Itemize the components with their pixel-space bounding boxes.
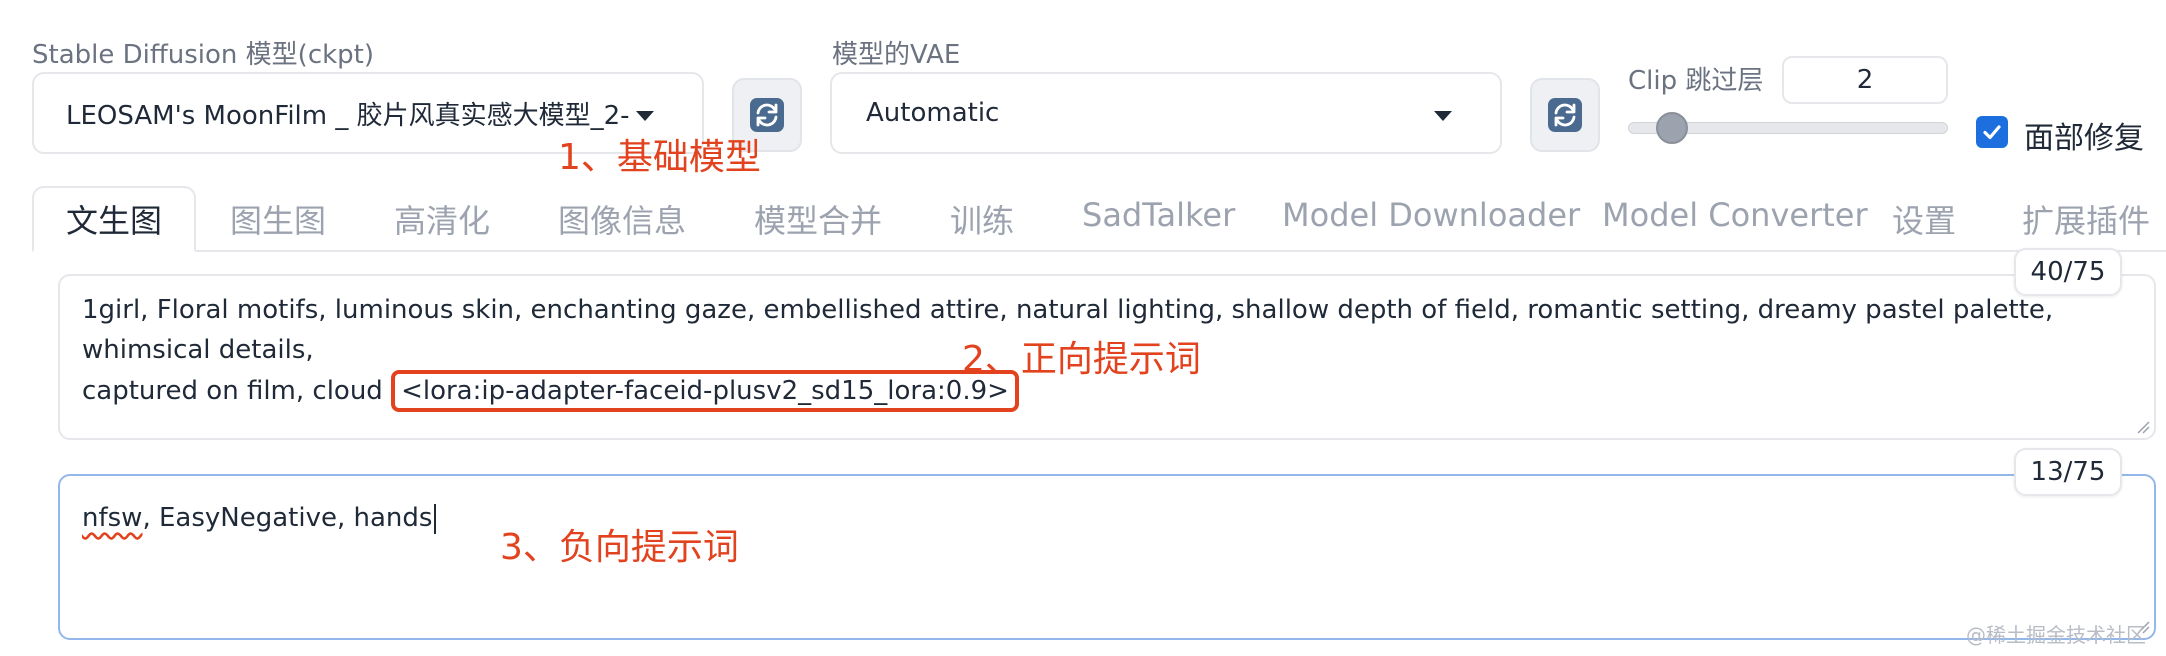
chevron-down-icon xyxy=(636,111,654,121)
tab-train[interactable]: 训练 xyxy=(950,196,1014,242)
annotation-positive-prompt: 2、正向提示词 xyxy=(962,339,1201,380)
tab-model-converter[interactable]: Model Converter xyxy=(1602,196,1868,234)
watermark: @稀土掘金技术社区 xyxy=(1966,623,2146,647)
tabs-divider xyxy=(32,250,2166,252)
face-restore-checkbox[interactable] xyxy=(1976,116,2008,148)
resize-grip-icon[interactable] xyxy=(2134,418,2150,434)
annotation-negative-prompt: 3、负向提示词 xyxy=(500,527,739,568)
tab-sadtalker[interactable]: SadTalker xyxy=(1082,196,1235,234)
refresh-icon xyxy=(1548,98,1582,132)
vae-select[interactable]: Automatic xyxy=(830,72,1502,154)
text-cursor xyxy=(434,503,437,534)
vae-label: 模型的VAE xyxy=(832,40,961,70)
tab-extensions[interactable]: 扩展插件 xyxy=(2022,196,2150,242)
prompt-line-2-text: captured on film, cloud xyxy=(82,376,392,406)
clip-skip-slider-handle[interactable] xyxy=(1656,112,1688,144)
sd-model-value: LEOSAM's MoonFilm _ 胶片风真实感大模型_2- xyxy=(66,100,630,131)
sd-model-label: Stable Diffusion 模型(ckpt) xyxy=(32,40,375,70)
tab-model-merge[interactable]: 模型合并 xyxy=(754,196,882,242)
checkmark-icon xyxy=(1983,125,2001,140)
sd-webui-page: Stable Diffusion 模型(ckpt) LEOSAM's MoonF… xyxy=(0,0,2166,656)
clip-skip-label: Clip 跳过层 xyxy=(1628,66,1764,96)
chevron-down-icon xyxy=(1434,111,1452,121)
lora-tag-highlight: <lora:ip-adapter-faceid-plusv2_sd15_lora… xyxy=(391,370,1019,412)
annotation-base-model: 1、基础模型 xyxy=(558,137,761,178)
tab-settings[interactable]: 设置 xyxy=(1892,196,1956,242)
tab-upscale[interactable]: 高清化 xyxy=(394,196,490,242)
misspelled-word: nfsw xyxy=(82,503,143,533)
tab-txt2img[interactable]: 文生图 xyxy=(32,186,196,252)
tab-model-downloader[interactable]: Model Downloader xyxy=(1282,196,1580,234)
tab-image-info[interactable]: 图像信息 xyxy=(558,196,686,242)
clip-skip-input[interactable]: 2 xyxy=(1782,56,1948,104)
face-restore-label: 面部修复 xyxy=(2024,121,2144,156)
negative-token-counter: 13/75 xyxy=(2014,448,2122,496)
prompt-token-counter: 40/75 xyxy=(2014,248,2122,296)
refresh-vae-button[interactable] xyxy=(1530,78,1600,152)
tab-img2img[interactable]: 图生图 xyxy=(230,196,326,242)
negative-prompt-textarea[interactable]: nfsw, EasyNegative, hands xyxy=(58,474,2156,640)
vae-value: Automatic xyxy=(866,98,1000,128)
negative-prompt-text: , EasyNegative, hands xyxy=(142,503,433,533)
